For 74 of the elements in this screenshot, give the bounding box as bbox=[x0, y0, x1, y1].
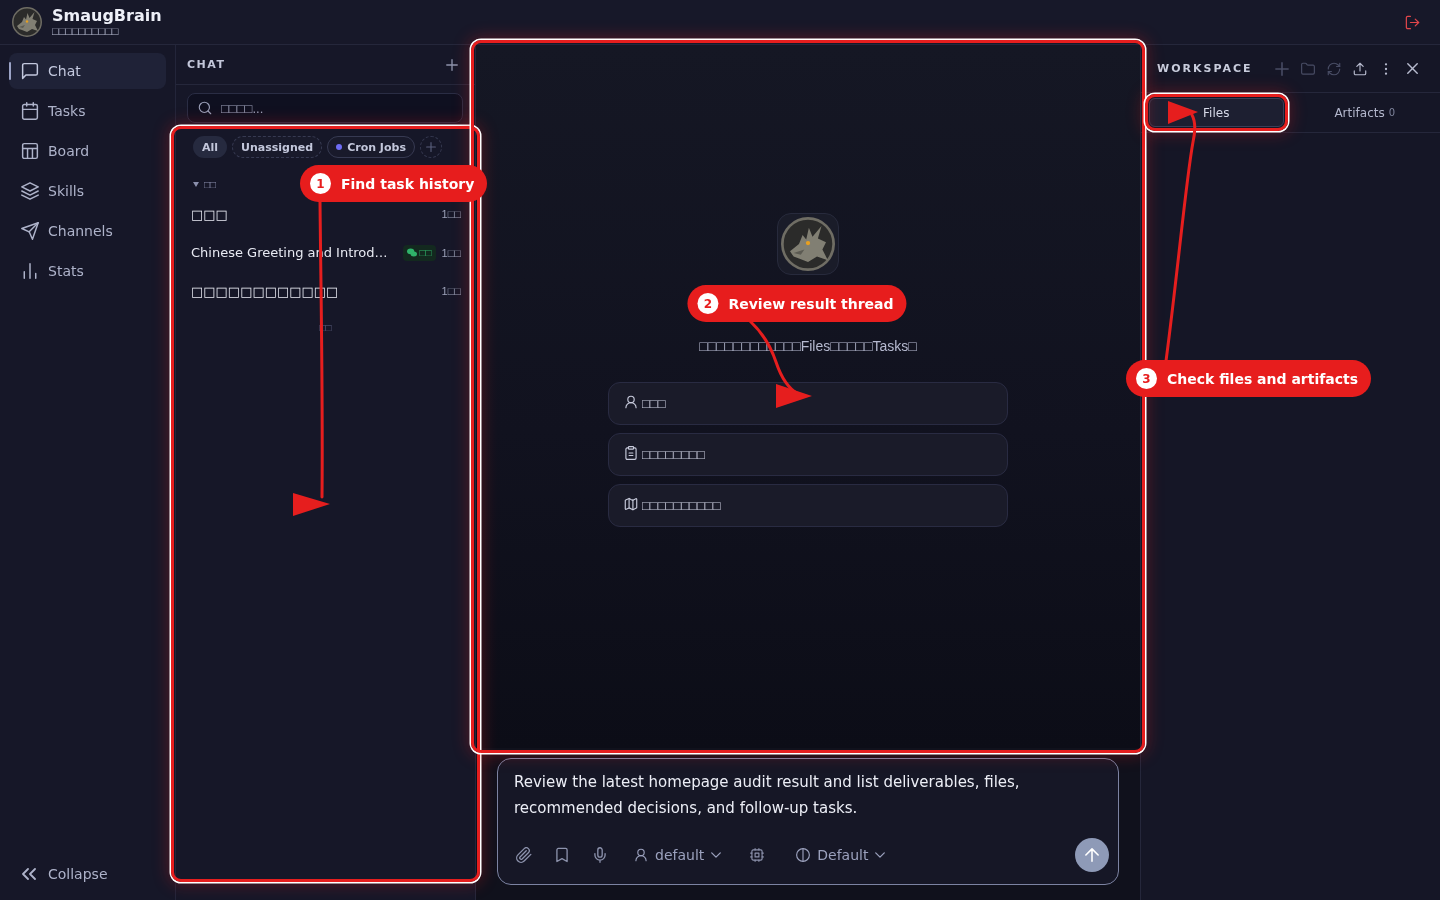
workspace-tab[interactable]: Artifacts 0 bbox=[1297, 98, 1432, 127]
map-icon bbox=[624, 496, 638, 511]
logo-icon bbox=[12, 7, 42, 37]
collapse-button[interactable]: Collapse bbox=[9, 856, 166, 892]
half-circle-icon bbox=[796, 848, 811, 862]
suggestion-card[interactable]: □□□□□□□□□□ bbox=[608, 484, 1008, 527]
grid-icon bbox=[21, 142, 39, 160]
calendar-icon bbox=[21, 102, 39, 120]
session-time: 1□□ bbox=[441, 285, 461, 298]
chat-bubbles-icon bbox=[406, 248, 417, 258]
suggestion-card[interactable]: □□□□□□□□ bbox=[608, 433, 1008, 476]
search-icon bbox=[198, 101, 212, 115]
step-number: 3 bbox=[1136, 368, 1157, 389]
person-icon bbox=[634, 848, 648, 862]
close-icon bbox=[1406, 63, 1418, 74]
plus-icon bbox=[425, 142, 436, 152]
suggestion-card[interactable]: □□□ bbox=[608, 382, 1008, 425]
send-button[interactable] bbox=[1075, 838, 1109, 872]
dot-icon bbox=[336, 144, 343, 150]
badge-label: □□ bbox=[419, 247, 432, 259]
panel-title: CHAT bbox=[187, 58, 226, 71]
filter-chip[interactable]: All bbox=[193, 136, 228, 158]
clipboard-icon bbox=[624, 445, 638, 460]
filter-chip[interactable]: Cron Jobs bbox=[327, 136, 415, 158]
nav-item[interactable]: Skills bbox=[9, 173, 166, 209]
step-number: 2 bbox=[697, 293, 719, 314]
callout-text: Find task history bbox=[341, 175, 475, 192]
caret-icon bbox=[875, 852, 886, 858]
nav-item[interactable]: Chat bbox=[9, 53, 166, 89]
chat-bubble-icon bbox=[21, 62, 39, 80]
chip-icon bbox=[750, 848, 765, 862]
tab-count: 0 bbox=[1388, 107, 1396, 118]
folder-icon bbox=[1301, 61, 1315, 76]
app-title: SmaugBrain bbox=[52, 6, 162, 25]
search-field[interactable]: □□□□... bbox=[187, 93, 463, 123]
layers-icon bbox=[21, 182, 39, 200]
nav-item[interactable]: Tasks bbox=[9, 93, 166, 129]
caret-icon bbox=[711, 852, 722, 858]
upload-icon bbox=[1353, 61, 1367, 76]
nav-item[interactable]: Channels bbox=[9, 213, 166, 249]
new-chat-button[interactable] bbox=[446, 58, 458, 71]
logo-icon bbox=[777, 213, 839, 275]
model-dropdown[interactable]: Default bbox=[796, 847, 886, 863]
plus-icon bbox=[1275, 61, 1289, 76]
paper-plane-icon bbox=[21, 222, 39, 240]
more-icon bbox=[1384, 61, 1388, 76]
callout-text: Review result thread bbox=[728, 295, 894, 312]
bar-chart-icon bbox=[21, 262, 39, 280]
microphone-icon bbox=[592, 847, 608, 863]
composer-panel[interactable]: Review the latest homepage audit result and list deliverables, files, recommended decisions, and follow-up tasks. default Default bbox=[497, 758, 1119, 885]
search-input[interactable]: □□□□... bbox=[221, 100, 452, 116]
session-time: 1□□ bbox=[441, 246, 461, 259]
logout-button[interactable] bbox=[1405, 14, 1420, 30]
nav-item[interactable]: Stats bbox=[9, 253, 166, 289]
arrow-up-icon bbox=[1085, 848, 1099, 862]
paperclip-icon bbox=[516, 847, 532, 863]
message-input[interactable]: Review the latest homepage audit result and list deliverables, files, recommended decisions, and follow-up tasks. bbox=[514, 769, 1109, 821]
callout-text: Check files and artifacts bbox=[1167, 370, 1359, 387]
session-time: 1□□ bbox=[441, 208, 461, 221]
nav-item[interactable]: Board bbox=[9, 133, 166, 169]
session-title[interactable]: □□□ bbox=[191, 206, 442, 222]
plus-icon bbox=[446, 58, 458, 71]
person-icon bbox=[624, 394, 638, 409]
workspace-tab[interactable]: Files bbox=[1149, 98, 1284, 127]
logout-icon bbox=[1405, 14, 1420, 30]
bookmark-icon bbox=[554, 847, 570, 863]
group-header[interactable]: □□ bbox=[193, 176, 217, 192]
app-subtitle: □□□□□□□□□□ bbox=[52, 24, 120, 38]
double-chevron-left-icon bbox=[22, 868, 36, 880]
step-number: 1 bbox=[310, 173, 331, 194]
filter-chip[interactable]: Unassigned bbox=[232, 136, 323, 158]
refresh-icon bbox=[1327, 61, 1341, 76]
panel-title: WORKSPACE bbox=[1157, 62, 1253, 75]
agent-dropdown[interactable]: default bbox=[634, 847, 722, 863]
